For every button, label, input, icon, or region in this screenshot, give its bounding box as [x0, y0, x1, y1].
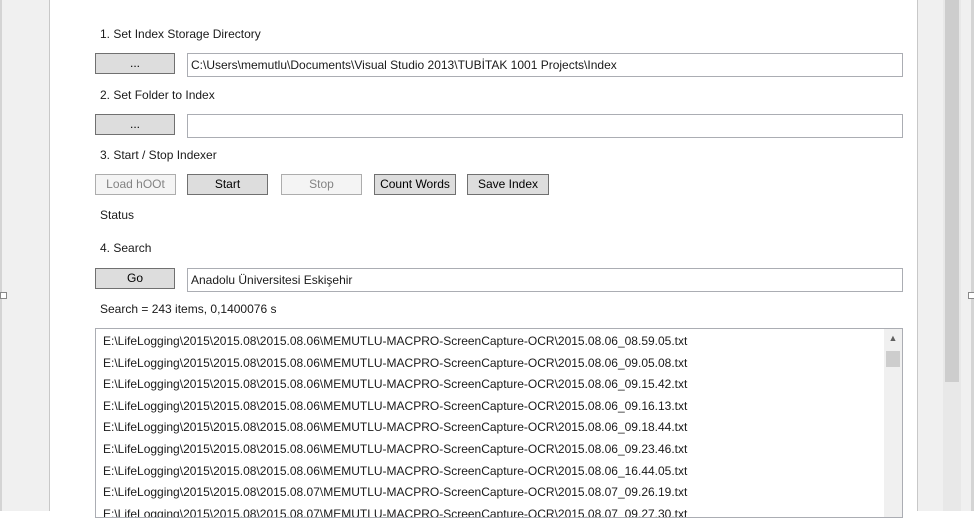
search-summary: Search = 243 items, 0,1400076 s [100, 302, 277, 316]
status-text: Status [100, 208, 135, 222]
index-dir-field[interactable]: C:\Users\memutlu\Documents\Visual Studio… [187, 53, 903, 77]
count-words-button[interactable]: Count Words [374, 174, 456, 195]
folder-field[interactable] [187, 114, 903, 138]
list-item[interactable]: E:\LifeLogging\2015\2015.08\2015.08.06\M… [103, 353, 902, 375]
resize-handle-left[interactable] [0, 292, 7, 299]
start-button[interactable]: Start [187, 174, 268, 195]
list-item[interactable]: E:\LifeLogging\2015\2015.08\2015.08.06\M… [103, 461, 902, 483]
list-item[interactable]: E:\LifeLogging\2015\2015.08\2015.08.06\M… [103, 439, 902, 461]
go-button[interactable]: Go [95, 268, 175, 289]
resize-handle-right[interactable] [968, 292, 974, 299]
search-label: 4. Search [100, 241, 152, 255]
index-dir-browse-button[interactable]: ... [95, 53, 175, 74]
list-item[interactable]: E:\LifeLogging\2015\2015.08\2015.08.06\M… [103, 374, 902, 396]
window-scrollbar-thumb[interactable] [945, 0, 959, 382]
folder-browse-button[interactable]: ... [95, 114, 175, 135]
search-query-field[interactable]: Anadolu Üniversitesi Eskişehir [187, 268, 903, 292]
list-item[interactable]: E:\LifeLogging\2015\2015.08\2015.08.07\M… [103, 482, 902, 504]
list-item[interactable]: E:\LifeLogging\2015\2015.08\2015.08.06\M… [103, 417, 902, 439]
folder-label: 2. Set Folder to Index [100, 88, 215, 102]
indexer-label: 3. Start / Stop Indexer [100, 148, 217, 162]
results-scrollbar[interactable]: ▲ [884, 329, 902, 517]
list-item[interactable]: E:\LifeLogging\2015\2015.08\2015.08.06\M… [103, 331, 902, 353]
index-dir-label: 1. Set Index Storage Directory [100, 27, 261, 41]
load-hoot-button[interactable]: Load hOOt [95, 174, 176, 195]
window-margin-left [2, 0, 50, 511]
list-item[interactable]: E:\LifeLogging\2015\2015.08\2015.08.06\M… [103, 396, 902, 418]
results-scrollbar-thumb[interactable] [886, 351, 900, 367]
save-index-button[interactable]: Save Index [467, 174, 549, 195]
chevron-up-icon[interactable]: ▲ [884, 329, 902, 347]
stop-button[interactable]: Stop [281, 174, 362, 195]
results-list[interactable]: E:\LifeLogging\2015\2015.08\2015.08.06\M… [95, 328, 903, 518]
